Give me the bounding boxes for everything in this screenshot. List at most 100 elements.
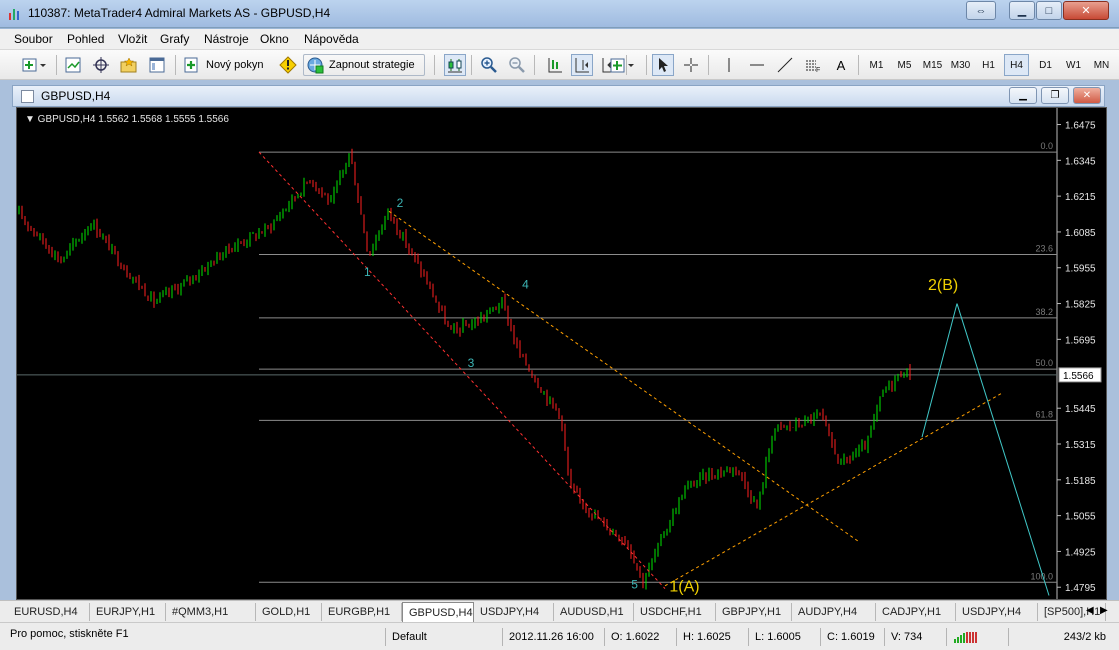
bar-chart-button[interactable] xyxy=(444,54,466,76)
crosshair-tool-button[interactable] xyxy=(680,54,702,76)
chart-window-icon xyxy=(21,90,34,103)
symbol-tab[interactable]: #QMM3,H1 xyxy=(166,603,256,621)
menu-napoveda[interactable]: Nápověda xyxy=(304,32,359,46)
symbol-tab[interactable]: EURGBP,H1 xyxy=(322,603,402,621)
navigator-button[interactable] xyxy=(90,54,112,76)
tile-windows-button[interactable] xyxy=(544,54,566,76)
chart-close-button[interactable]: ✕ xyxy=(1073,87,1101,104)
price-tick-label: 1.5955 xyxy=(1065,264,1096,275)
menu-nastroje[interactable]: Nástroje xyxy=(204,32,249,46)
terminal-button[interactable] xyxy=(146,54,168,76)
expert-advisor-icon xyxy=(307,57,324,74)
chart-window-title: GBPUSD,H4 xyxy=(41,89,111,103)
zoom-in-button[interactable] xyxy=(478,54,500,76)
price-tick-label: 1.5315 xyxy=(1065,440,1096,451)
fibo-level-label: 23.6 xyxy=(1035,244,1053,254)
status-profile[interactable]: Default xyxy=(385,628,500,646)
wave-label: 1 xyxy=(364,265,371,279)
zoom-in-icon xyxy=(481,57,497,73)
menu-bar: Soubor Pohled Vložit Grafy Nástroje Okno… xyxy=(0,29,1119,50)
timeframe-m5[interactable]: M5 xyxy=(892,54,917,76)
menu-soubor[interactable]: Soubor xyxy=(14,32,53,46)
vertical-line-tool-button[interactable] xyxy=(718,54,740,76)
market-watch-button[interactable] xyxy=(62,54,84,76)
minimize-button[interactable]: ▁ xyxy=(1009,1,1035,20)
toolbar-separator xyxy=(858,55,859,75)
minimize-icon: ▁ xyxy=(1019,90,1027,101)
toolbar-separator xyxy=(646,55,647,75)
candlestick-icon xyxy=(448,59,462,73)
menu-grafy[interactable]: Grafy xyxy=(160,32,189,46)
symbol-tab[interactable]: USDJPY,H4 xyxy=(474,603,554,621)
zoom-out-icon xyxy=(509,57,525,73)
status-open: O: 1.6022 xyxy=(604,628,674,646)
timeframe-m30[interactable]: M30 xyxy=(948,54,973,76)
tabs-scroll-left-icon[interactable]: ◀ xyxy=(1086,605,1098,619)
symbol-tab[interactable]: USDCHF,H1 xyxy=(634,603,716,621)
restore-arrows-button[interactable]: ⇔ xyxy=(966,1,996,20)
price-chart-canvas[interactable]: 1.6475 1.6345 1.6215 1.6085 1.5955 1.5825 1.56… xyxy=(17,108,1107,600)
symbol-tab[interactable]: AUDUSD,H1 xyxy=(554,603,634,621)
symbol-tab[interactable]: GOLD,H1 xyxy=(256,603,322,621)
timeframe-h1[interactable]: H1 xyxy=(976,54,1001,76)
status-datetime: 2012.11.26 16:00 xyxy=(502,628,602,646)
alert-button[interactable] xyxy=(277,54,299,76)
new-chart-button[interactable] xyxy=(20,54,50,76)
terminal-window-icon xyxy=(149,57,165,73)
wave-label: 5 xyxy=(631,578,638,592)
timeframe-mn[interactable]: MN xyxy=(1089,54,1114,76)
symbol-tab[interactable]: CADJPY,H1 xyxy=(876,603,956,621)
horizontal-line-tool-button[interactable] xyxy=(746,54,768,76)
price-tick-label: 1.5445 xyxy=(1065,404,1096,415)
price-tick-label: 1.5695 xyxy=(1065,335,1096,346)
fibo-level-label: 61.8 xyxy=(1035,409,1053,419)
price-chart[interactable]: 1.6475 1.6345 1.6215 1.6085 1.5955 1.5825 1.56… xyxy=(16,107,1107,600)
toolbar-separator xyxy=(471,55,472,75)
status-bar: Pro pomoc, stiskněte F1 Default 2012.11.… xyxy=(0,622,1119,650)
zoom-out-button[interactable] xyxy=(506,54,528,76)
menu-okno[interactable]: Okno xyxy=(260,32,289,46)
timeframe-h4[interactable]: H4 xyxy=(1004,54,1029,76)
toolbar-separator xyxy=(534,55,535,75)
wave-label: 2 xyxy=(397,196,404,210)
timeframe-d1[interactable]: D1 xyxy=(1033,54,1058,76)
price-tick-label: 1.4925 xyxy=(1065,547,1096,558)
timeframe-m1[interactable]: M1 xyxy=(864,54,889,76)
channel-tool-button[interactable]: F xyxy=(802,54,824,76)
symbol-tab[interactable]: EURUSD,H4 xyxy=(8,603,90,621)
symbol-tab[interactable]: USDJPY,H4 xyxy=(956,603,1038,621)
new-order-button[interactable]: Nový pokyn xyxy=(183,54,275,76)
indicators-button[interactable] xyxy=(608,54,638,76)
cursor-tool-button[interactable] xyxy=(652,54,674,76)
chart-window-titlebar[interactable]: GBPUSD,H4 ▁ ❐ ✕ xyxy=(12,85,1105,107)
symbol-tab[interactable]: GBPUSD,H4 xyxy=(402,602,474,622)
wave-label: 4 xyxy=(522,277,529,291)
tabs-scroll-right-icon[interactable]: ▶ xyxy=(1100,605,1112,619)
text-tool-button[interactable]: A xyxy=(830,54,852,76)
trendline-tool-button[interactable] xyxy=(774,54,796,76)
favorites-button[interactable] xyxy=(118,54,140,76)
connection-status-icon[interactable] xyxy=(946,628,1006,646)
symbol-tabs-row: EURUSD,H4 EURJPY,H1 #QMM3,H1 GOLD,H1 EURGBP,… xyxy=(8,601,1106,623)
price-tick-label: 1.6085 xyxy=(1065,228,1096,239)
symbol-tab[interactable]: EURJPY,H1 xyxy=(90,603,166,621)
timeframe-m15[interactable]: M15 xyxy=(920,54,945,76)
chart-minimize-button[interactable]: ▁ xyxy=(1009,87,1037,104)
horizontal-line-icon xyxy=(750,64,764,66)
close-button[interactable]: ✕ xyxy=(1063,1,1109,20)
plus-window-icon xyxy=(22,58,46,72)
toolbar: Nový pokyn Zapnout strategie F A M1 M5 M… xyxy=(0,50,1119,80)
chart-restore-button[interactable]: ❐ xyxy=(1041,87,1069,104)
symbol-tab[interactable]: AUDJPY,H4 xyxy=(792,603,876,621)
timeframe-w1[interactable]: W1 xyxy=(1061,54,1086,76)
status-low: L: 1.6005 xyxy=(748,628,818,646)
star-folder-icon xyxy=(120,57,137,73)
menu-pohled[interactable]: Pohled xyxy=(67,32,104,46)
menu-vlozit[interactable]: Vložit xyxy=(118,32,147,46)
symbol-tab[interactable]: GBPJPY,H1 xyxy=(716,603,792,621)
crosshair-target-icon xyxy=(93,57,109,73)
auto-scroll-button[interactable] xyxy=(571,54,593,76)
wave-b-projection-up xyxy=(921,303,958,438)
autotrading-button[interactable]: Zapnout strategie xyxy=(303,54,425,76)
maximize-button[interactable]: □ xyxy=(1036,1,1062,20)
